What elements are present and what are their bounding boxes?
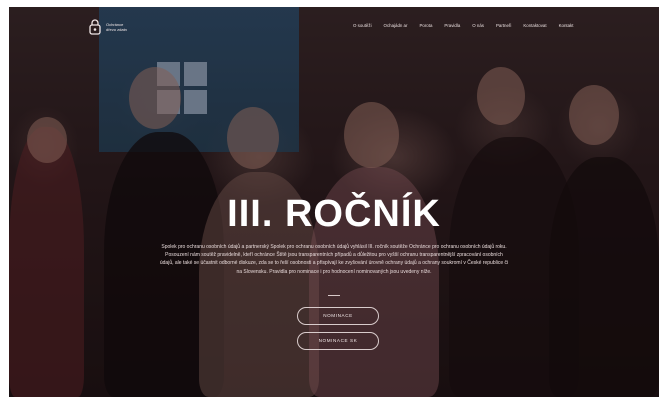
logo-line-2: dřevo zdatn <box>106 27 127 32</box>
page-title: III. ROČNÍK <box>227 193 441 235</box>
nomination-button[interactable]: NOMINACE <box>297 307 379 325</box>
nav-item-jury[interactable]: Porota <box>419 23 432 28</box>
hero-description: Spolek pro ochranu osobních údajů a part… <box>159 244 509 275</box>
nav-item-contact-form[interactable]: Kontaktovat <box>523 23 546 28</box>
lock-logo-icon <box>89 19 101 35</box>
nav-item-partners[interactable]: Partneři <box>496 23 511 28</box>
nomination-sk-button[interactable]: NOMINACE SK <box>297 332 379 350</box>
nav-item-about-us[interactable]: O nás <box>472 23 484 28</box>
main-nav: O soutěži Ochajádn ar Porota Pravidla O … <box>353 23 585 28</box>
logo-text: Ochránce dřevo zdatn <box>106 22 127 32</box>
site-logo[interactable]: Ochránce dřevo zdatn <box>89 19 127 35</box>
nav-item-about[interactable]: O soutěži <box>353 23 372 28</box>
nav-item-winners[interactable]: Ochajádn ar <box>384 23 408 28</box>
nav-item-contact[interactable]: Kontakt <box>559 23 574 28</box>
hero-section: Ochránce dřevo zdatn O soutěži Ochajádn … <box>9 7 659 397</box>
nav-item-rules[interactable]: Pravidla <box>444 23 460 28</box>
divider <box>328 295 340 296</box>
